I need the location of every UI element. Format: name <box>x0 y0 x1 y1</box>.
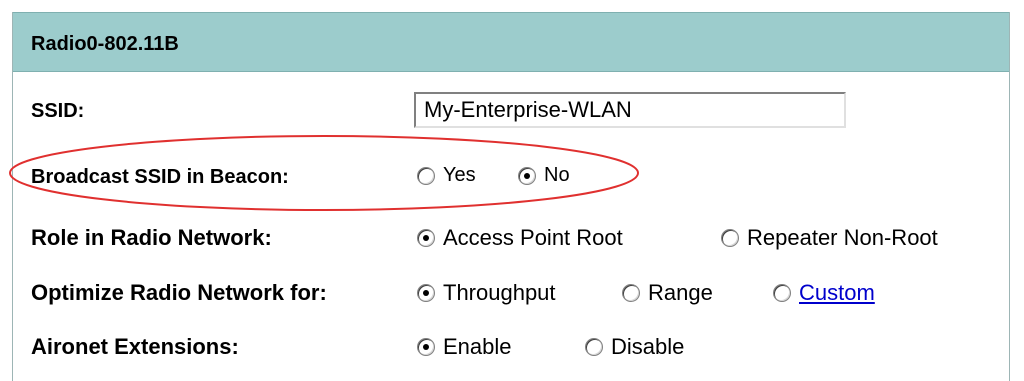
role-access-point-root-label: Access Point Root <box>443 225 623 250</box>
optimize-row: Optimize Radio Network for: Throughput R… <box>31 274 1009 314</box>
aironet-disable-label: Disable <box>611 334 685 359</box>
aironet-enable-label: Enable <box>443 334 512 359</box>
broadcast-yes-option[interactable]: Yes <box>417 164 476 187</box>
optimize-custom-radio[interactable] <box>773 284 791 302</box>
radio-settings-panel: Radio0-802.11B SSID: Broadcast SSID in B… <box>12 12 1010 381</box>
optimize-throughput-radio[interactable] <box>417 284 435 302</box>
aironet-disable-radio[interactable] <box>585 338 603 356</box>
role-access-point-root-option[interactable]: Access Point Root <box>417 225 623 251</box>
broadcast-no-radio[interactable] <box>518 166 536 185</box>
broadcast-ssid-label: Broadcast SSID in Beacon: <box>31 166 289 188</box>
role-row: Role in Radio Network: Access Point Root… <box>31 219 1009 259</box>
aironet-disable-option[interactable]: Disable <box>585 334 684 360</box>
ssid-input[interactable] <box>414 92 846 128</box>
aironet-enable-radio[interactable] <box>417 338 435 356</box>
role-repeater-non-root-radio[interactable] <box>721 229 739 247</box>
optimize-custom-link[interactable]: Custom <box>799 280 875 306</box>
role-label: Role in Radio Network: <box>31 225 272 250</box>
role-repeater-non-root-option[interactable]: Repeater Non-Root <box>721 225 938 251</box>
role-repeater-non-root-label: Repeater Non-Root <box>747 225 938 250</box>
optimize-range-option[interactable]: Range <box>622 280 713 306</box>
broadcast-ssid-row: Broadcast SSID in Beacon: Yes No <box>31 158 1009 198</box>
broadcast-no-label: No <box>544 164 570 186</box>
optimize-label: Optimize Radio Network for: <box>31 280 327 305</box>
role-access-point-root-radio[interactable] <box>417 229 435 247</box>
aironet-row: Aironet Extensions: Enable Disable <box>31 328 1009 368</box>
ssid-label: SSID: <box>31 100 85 122</box>
panel-header: Radio0-802.11B <box>13 12 1009 72</box>
broadcast-yes-label: Yes <box>443 164 476 186</box>
optimize-range-radio[interactable] <box>622 284 640 302</box>
panel-title: Radio0-802.11B <box>31 33 179 55</box>
optimize-throughput-label: Throughput <box>443 280 556 305</box>
optimize-range-label: Range <box>648 280 713 305</box>
broadcast-no-option[interactable]: No <box>518 164 570 187</box>
aironet-enable-option[interactable]: Enable <box>417 334 512 360</box>
aironet-label: Aironet Extensions: <box>31 334 239 359</box>
broadcast-yes-radio[interactable] <box>417 166 435 185</box>
optimize-custom-option[interactable]: Custom <box>773 280 875 306</box>
optimize-throughput-option[interactable]: Throughput <box>417 280 556 306</box>
ssid-row: SSID: <box>31 92 1009 132</box>
